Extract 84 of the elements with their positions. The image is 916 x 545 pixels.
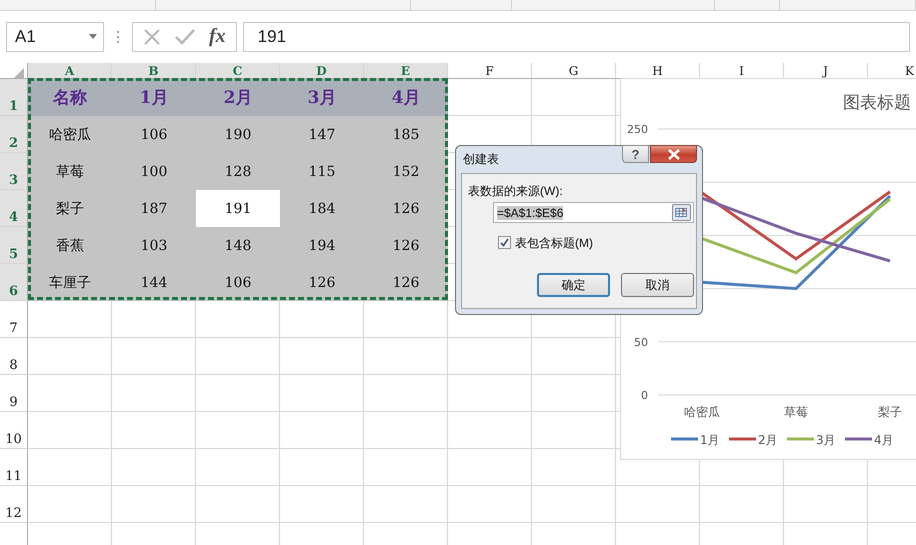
checkbox[interactable] <box>498 236 511 249</box>
category-label: 梨子 <box>878 405 902 419</box>
table-cell: 126 <box>364 227 448 264</box>
table-cell: 152 <box>364 153 448 190</box>
axis-tick-label: 0 <box>641 389 648 402</box>
legend-label: 4月 <box>874 433 894 447</box>
legend-label: 3月 <box>816 433 836 447</box>
table-cell: 草莓 <box>28 153 112 190</box>
table-cell: 梨子 <box>28 190 112 227</box>
table-cell: 4月 <box>364 79 448 116</box>
column-header[interactable]: F <box>448 63 532 79</box>
table-cell: 2月 <box>196 79 280 116</box>
checkmark-icon[interactable] <box>175 28 195 44</box>
axis-tick-label: 250 <box>627 123 648 136</box>
row-header[interactable]: 2 <box>0 116 28 153</box>
row-header[interactable]: 4 <box>0 190 28 227</box>
name-box[interactable]: A1 <box>6 22 104 52</box>
table-cell: 106 <box>196 264 280 301</box>
cancel-icon[interactable] <box>143 28 161 46</box>
axis-tick-label: 50 <box>634 336 648 349</box>
table-cell: 190 <box>196 116 280 153</box>
category-label: 哈密瓜 <box>684 405 720 419</box>
legend-label: 2月 <box>758 433 778 447</box>
table-cell: 106 <box>112 116 196 153</box>
row-header[interactable]: 1 <box>0 79 28 116</box>
legend-label: 1月 <box>700 433 720 447</box>
table-cell: 126 <box>364 190 448 227</box>
insert-function-button[interactable]: fx <box>209 25 226 48</box>
column-header[interactable]: C <box>196 63 280 79</box>
formula-field[interactable]: 191 <box>242 22 910 52</box>
table-cell: 191 <box>196 190 280 227</box>
table-cell: 194 <box>280 227 364 264</box>
row-header[interactable]: 6 <box>0 264 28 301</box>
help-button[interactable]: ? <box>622 145 649 163</box>
range-picker-icon[interactable] <box>672 204 691 221</box>
table-cell: 1月 <box>112 79 196 116</box>
table-cell: 185 <box>364 116 448 153</box>
row-header[interactable]: 10 <box>0 412 28 449</box>
row-header[interactable]: 3 <box>0 153 28 190</box>
table-cell: 香蕉 <box>28 227 112 264</box>
column-header[interactable]: E <box>364 63 448 79</box>
row-header[interactable]: 9 <box>0 375 28 412</box>
table-cell: 车厘子 <box>28 264 112 301</box>
select-all-button[interactable] <box>0 63 28 79</box>
category-label: 草莓 <box>784 405 808 419</box>
dialog-button[interactable]: 取消 <box>621 273 694 297</box>
column-header[interactable]: G <box>532 63 616 79</box>
checkbox-label: 表包含标题(M) <box>515 235 593 252</box>
legend-item: 3月 <box>787 433 836 447</box>
table-cell: 184 <box>280 190 364 227</box>
table-cell: 148 <box>196 227 280 264</box>
row-header[interactable]: 5 <box>0 227 28 264</box>
close-icon <box>666 148 680 160</box>
table-cell: 126 <box>364 264 448 301</box>
caret-icon <box>89 34 97 39</box>
table-cell: 103 <box>112 227 196 264</box>
chart-title: 图表标题 <box>843 93 911 113</box>
table-cell: 115 <box>280 153 364 190</box>
legend-item: 1月 <box>671 433 720 447</box>
legend-item: 2月 <box>729 433 778 447</box>
row-header[interactable]: 12 <box>0 486 28 523</box>
row-header[interactable]: 11 <box>0 449 28 486</box>
dialog-title: 创建表 <box>463 151 499 168</box>
table-cell: 187 <box>112 190 196 227</box>
column-header[interactable]: A <box>28 63 112 79</box>
legend-item: 4月 <box>845 433 894 447</box>
table-cell: 3月 <box>280 79 364 116</box>
column-header[interactable]: D <box>280 63 364 79</box>
table-cell: 128 <box>196 153 280 190</box>
table-cell: 147 <box>280 116 364 153</box>
drag-handle-icon[interactable] <box>116 30 120 44</box>
table-cell: 100 <box>112 153 196 190</box>
row-header[interactable]: 8 <box>0 338 28 375</box>
table-cell: 126 <box>280 264 364 301</box>
close-button[interactable] <box>650 145 697 163</box>
dialog-button[interactable]: 确定 <box>537 273 610 297</box>
field-label: 表数据的来源(W): <box>468 183 563 200</box>
range-input-field[interactable]: =$A$1:$E$6 <box>493 202 694 223</box>
column-header[interactable]: B <box>112 63 196 79</box>
table-cell: 名称 <box>28 79 112 116</box>
triangle-icon <box>14 68 24 78</box>
table-cell: 144 <box>112 264 196 301</box>
row-header[interactable]: 7 <box>0 301 28 338</box>
table-cell: 哈密瓜 <box>28 116 112 153</box>
